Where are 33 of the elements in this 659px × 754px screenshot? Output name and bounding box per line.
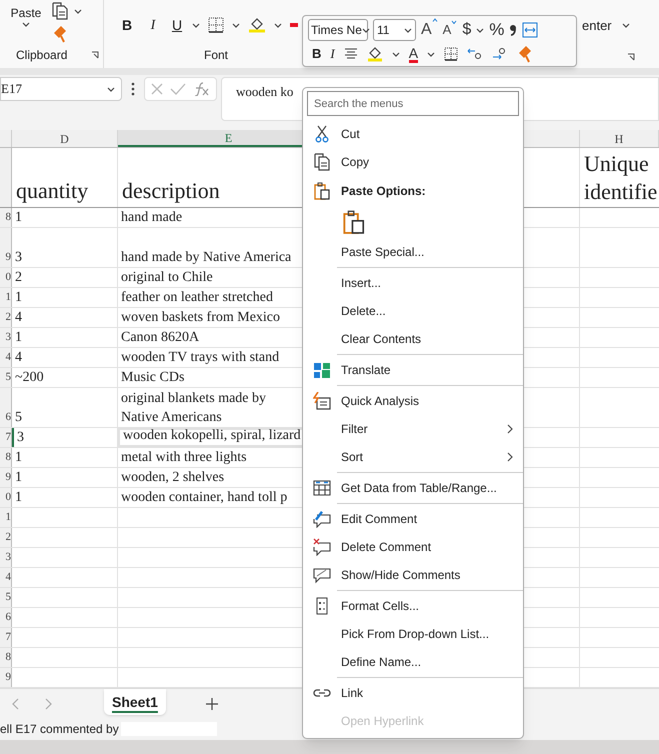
table-cell-text: wooden, 2 shelves (120, 469, 224, 487)
table-cell-text: 3 (16, 429, 24, 447)
table-cell-text: metal with three lights (120, 449, 247, 467)
table-cell-text: quantity (15, 177, 88, 205)
table-cell-text: 3 (14, 249, 22, 267)
table-cell-text: 4 (14, 309, 22, 327)
table-cell-text: 1 (14, 469, 22, 487)
table-cell-text: wooden container, hand toll p (120, 489, 288, 507)
table-cell-text: wooden TV trays with stand (120, 349, 280, 367)
table-cell-text: hand made (120, 209, 182, 227)
status-text: ell E17 commented by (0, 721, 119, 738)
table-cell-text: 5 (14, 409, 22, 427)
table-cell-text: original to Chile (120, 269, 213, 287)
table-cell-text: hand made by Native America (120, 249, 292, 267)
merge-center-label: enter (582, 17, 612, 35)
table-cell-text: ~200 (14, 369, 44, 387)
group-label: Clipboard (16, 47, 68, 64)
table-cell-text: 1 (14, 289, 22, 307)
table-cell-text: description (121, 177, 220, 205)
table-cell-text: Canon 8620A (120, 329, 200, 347)
group-label: Font (204, 47, 228, 64)
table-cell-text: woven baskets from Mexico (120, 309, 280, 327)
table-cell-text: 1 (14, 449, 22, 467)
table-cell-text: 2 (14, 269, 22, 287)
table-cell-text: wooden kokopelli, spiral, lizard (122, 427, 301, 445)
table-cell-text: Music CDs (120, 369, 184, 387)
menu-heading: Paste Options: (341, 183, 426, 200)
table-cell-text: 1 (14, 209, 22, 227)
table-cell-text: Unique identifie (583, 150, 658, 206)
table-cell-text: 1 (14, 329, 22, 347)
table-cell-text: feather on leather stretched (120, 289, 273, 307)
table-cell-text: 4 (14, 349, 22, 367)
table-cell-text: 1 (14, 489, 22, 507)
